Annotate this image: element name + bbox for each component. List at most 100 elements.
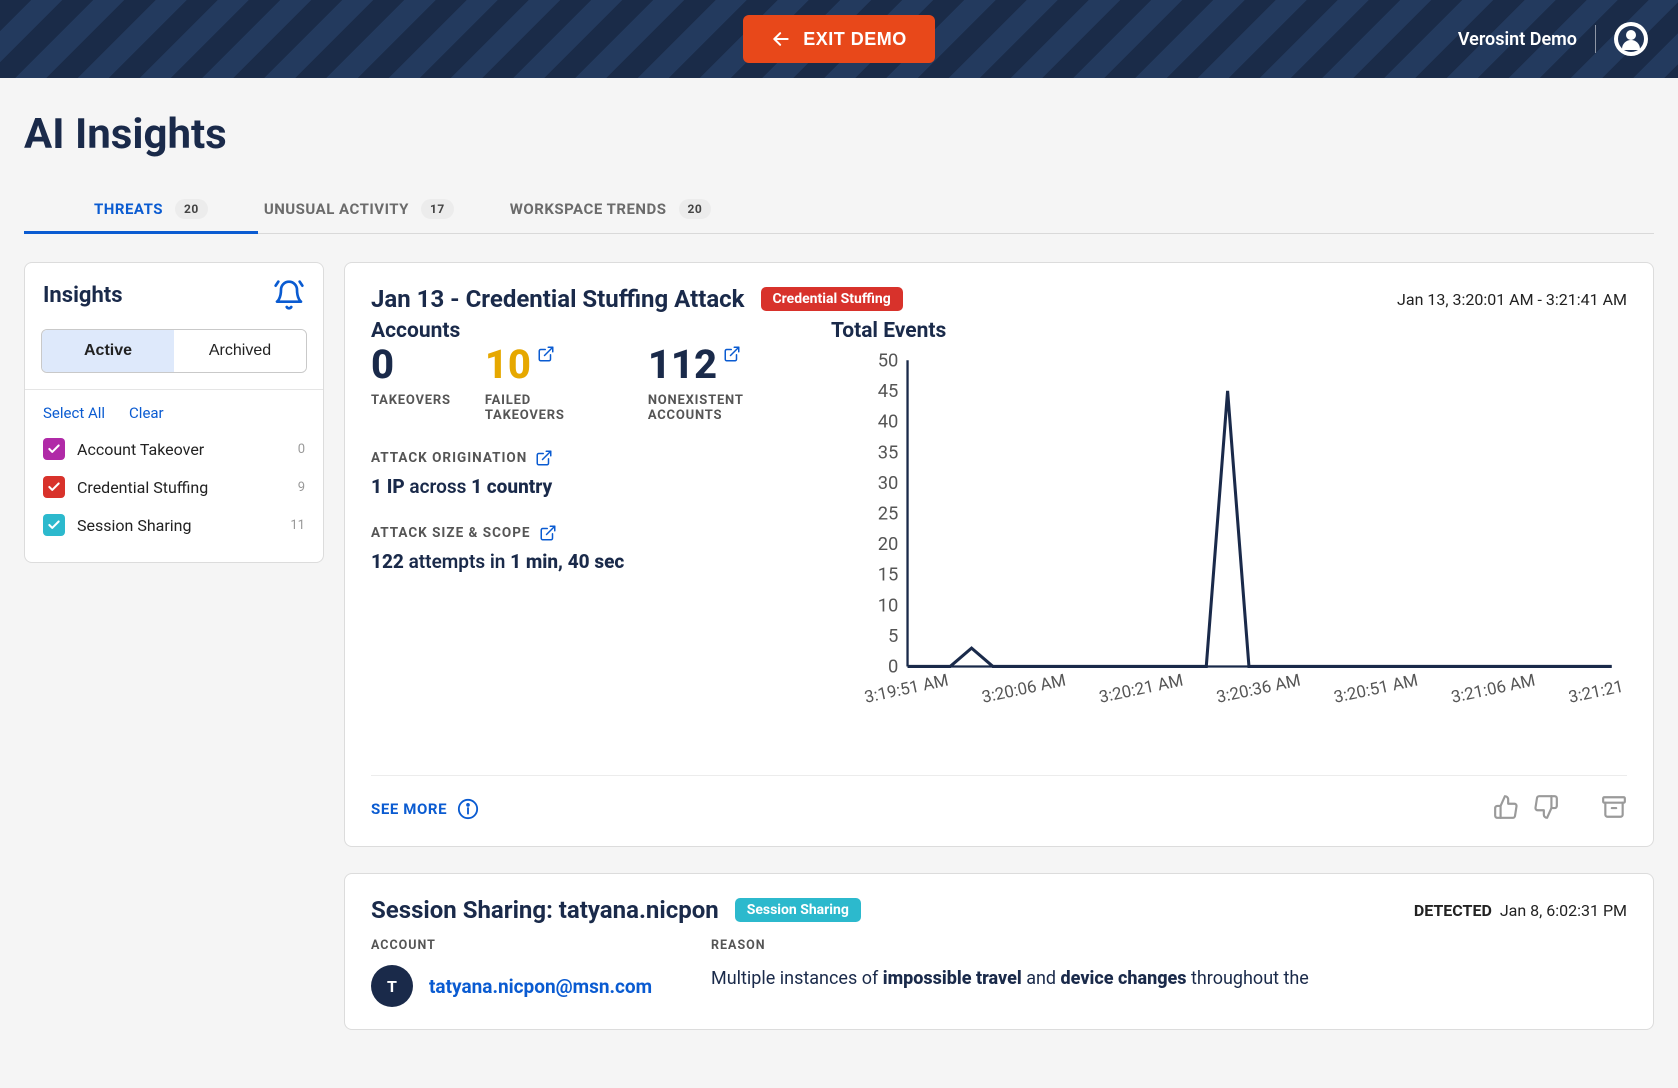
stat-label: TAKEOVERS: [371, 393, 451, 408]
svg-text:3:20:51 AM: 3:20:51 AM: [1332, 670, 1420, 707]
stat-value: 10: [485, 345, 531, 385]
exit-demo-button[interactable]: EXIT DEMO: [743, 15, 935, 63]
user-icon: [1618, 26, 1644, 52]
filter-count: 11: [290, 518, 305, 533]
clear-link[interactable]: Clear: [129, 404, 164, 422]
threat-card-credential-stuffing: Jan 13 - Credential Stuffing Attack Cred…: [344, 262, 1654, 847]
info-icon: [457, 798, 479, 820]
reason-text: Multiple instances of impossible travel …: [711, 965, 1627, 993]
filter-label: Session Sharing: [77, 516, 191, 535]
thumbs-up-button[interactable]: [1493, 794, 1519, 824]
bell-alert-icon[interactable]: [273, 279, 305, 311]
svg-text:0: 0: [888, 657, 898, 678]
arrow-left-icon: [771, 29, 791, 49]
filter-label: Credential Stuffing: [77, 478, 208, 497]
tabs: THREATS 20 UNUSUAL ACTIVITY 17 WORKSPACE TRE…: [24, 185, 1654, 234]
svg-text:30: 30: [878, 473, 899, 494]
see-more-button[interactable]: SEE MORE: [371, 798, 479, 820]
select-all-link[interactable]: Select All: [43, 404, 105, 422]
tab-unusual-activity[interactable]: UNUSUAL ACTIVITY 17: [264, 185, 454, 233]
filter-label: Account Takeover: [77, 440, 204, 459]
tab-label: UNUSUAL ACTIVITY: [264, 200, 409, 218]
threat-card-session-sharing: Session Sharing: tatyana.nicpon Session …: [344, 873, 1654, 1030]
attack-size-heading: ATTACK SIZE & SCOPE: [371, 524, 821, 542]
chart-title: Total Events: [831, 319, 1627, 343]
attack-origination-heading: ATTACK ORIGINATION: [371, 449, 821, 467]
external-link-icon[interactable]: [723, 345, 741, 363]
checkbox[interactable]: [43, 514, 65, 536]
svg-text:3:19:51 AM: 3:19:51 AM: [863, 670, 951, 707]
insights-sidebar: Insights Active Archived Select All Clea…: [24, 262, 324, 563]
attack-origination-text: 1 IP across 1 country: [371, 475, 821, 498]
stat-value: 0: [371, 345, 394, 385]
filter-count: 9: [298, 480, 305, 495]
divider: [1595, 25, 1596, 53]
card-title: Session Sharing: tatyana.nicpon: [371, 896, 719, 924]
filter-count: 0: [298, 442, 305, 457]
svg-text:50: 50: [878, 350, 899, 371]
header-right: Verosint Demo: [1458, 22, 1648, 56]
svg-text:3:20:21 AM: 3:20:21 AM: [1097, 670, 1185, 707]
svg-text:3:20:06 AM: 3:20:06 AM: [980, 670, 1068, 707]
account-avatar: T: [371, 965, 413, 1007]
stat-value: 112: [648, 345, 717, 385]
segment-archived[interactable]: Archived: [174, 330, 306, 372]
card-actions: [1493, 794, 1627, 824]
tab-count: 17: [421, 199, 454, 219]
tab-count: 20: [679, 199, 712, 219]
card-detected-time: DETECTED Jan 8, 6:02:31 PM: [1414, 901, 1627, 920]
stat-label: FAILED TAKEOVERS: [485, 393, 614, 423]
thumbs-down-icon: [1533, 794, 1559, 820]
svg-text:45: 45: [878, 381, 899, 402]
stat-takeovers: 0 TAKEOVERS: [371, 345, 451, 423]
org-label: Verosint Demo: [1458, 29, 1577, 50]
threat-type-badge: Session Sharing: [735, 898, 861, 922]
sidebar-title: Insights: [43, 283, 123, 308]
tab-threats[interactable]: THREATS 20: [94, 185, 208, 233]
tab-workspace-trends[interactable]: WORKSPACE TRENDS 20: [510, 185, 712, 233]
stat-failed-takeovers: 10 FAILED TAKEOVERS: [485, 345, 614, 423]
reason-heading: REASON: [711, 938, 1627, 953]
filter-row: Credential Stuffing 9: [43, 468, 305, 506]
profile-avatar-button[interactable]: [1614, 22, 1648, 56]
svg-text:20: 20: [878, 534, 899, 555]
top-banner: EXIT DEMO Verosint Demo: [0, 0, 1678, 78]
attack-size-text: 122 attempts in 1 min, 40 sec: [371, 550, 821, 573]
svg-text:15: 15: [878, 565, 899, 586]
archive-button[interactable]: [1601, 794, 1627, 824]
account-heading: ACCOUNT: [371, 938, 701, 953]
tab-count: 20: [175, 199, 208, 219]
svg-text:25: 25: [878, 504, 899, 525]
exit-demo-label: EXIT DEMO: [803, 29, 907, 50]
card-title: Jan 13 - Credential Stuffing Attack: [371, 285, 745, 313]
svg-text:10: 10: [878, 595, 899, 616]
svg-text:35: 35: [878, 442, 899, 463]
threat-type-badge: Credential Stuffing: [761, 287, 903, 311]
svg-text:3:20:36 AM: 3:20:36 AM: [1215, 670, 1303, 707]
account-email-link[interactable]: tatyana.nicpon@msn.com: [429, 975, 652, 998]
filter-row: Session Sharing 11: [43, 506, 305, 544]
checkbox[interactable]: [43, 476, 65, 498]
svg-text:40: 40: [878, 412, 899, 433]
thumbs-up-icon: [1493, 794, 1519, 820]
stat-label: NONEXISTENT ACCOUNTS: [648, 393, 821, 423]
segment-active[interactable]: Active: [42, 330, 174, 372]
thumbs-down-button[interactable]: [1533, 794, 1559, 824]
external-link-icon[interactable]: [537, 345, 555, 363]
total-events-chart: Total Events 0 5 10 15 20 25 30 35 40 45 50 3:19:51…: [831, 319, 1627, 747]
filter-row: Account Takeover 0: [43, 430, 305, 468]
card-time-range: Jan 13, 3:20:01 AM - 3:21:41 AM: [1397, 290, 1627, 309]
accounts-heading: Accounts: [371, 319, 821, 343]
external-link-icon[interactable]: [539, 524, 557, 542]
svg-text:3:21:21 AM: 3:21:21 AM: [1567, 670, 1627, 707]
archive-icon: [1601, 794, 1627, 820]
tab-label: THREATS: [94, 200, 163, 218]
stat-nonexistent-accounts: 112 NONEXISTENT ACCOUNTS: [648, 345, 821, 423]
page-title: AI Insights: [24, 110, 1654, 159]
checkbox[interactable]: [43, 438, 65, 460]
external-link-icon[interactable]: [535, 449, 553, 467]
insights-segment: Active Archived: [41, 329, 307, 373]
svg-text:5: 5: [888, 626, 898, 647]
svg-text:3:21:06 AM: 3:21:06 AM: [1449, 670, 1537, 707]
tab-label: WORKSPACE TRENDS: [510, 200, 667, 218]
